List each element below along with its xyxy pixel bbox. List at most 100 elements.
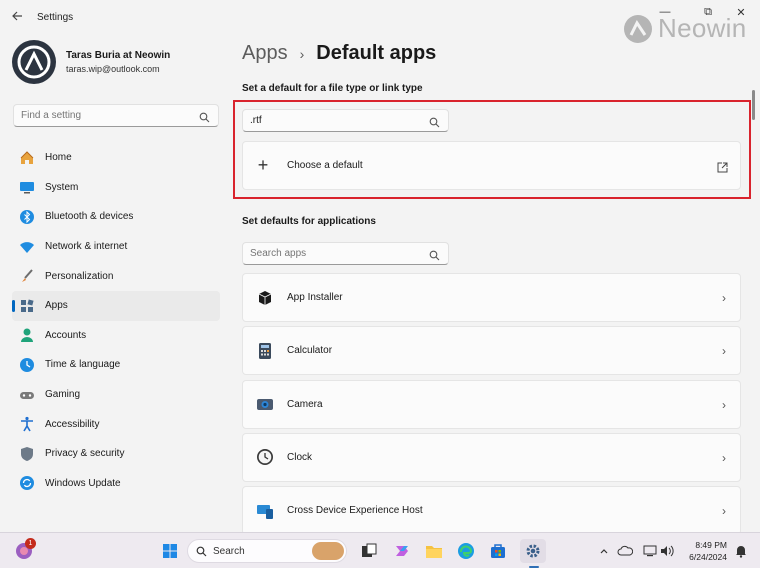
chevron-right-icon: › (299, 45, 305, 62)
sidebar-item-accounts[interactable]: Accounts (12, 321, 220, 351)
chevron-right-icon: › (722, 397, 726, 412)
apps-icon (18, 297, 36, 315)
home-icon (18, 149, 36, 167)
choose-default-button[interactable]: + Choose a default (242, 141, 741, 190)
update-icon (18, 474, 36, 492)
copilot-icon[interactable] (392, 541, 412, 561)
app-label: Clock (287, 451, 313, 463)
neowin-watermark: Neowin (623, 13, 747, 44)
search-icon[interactable] (429, 115, 440, 133)
scrollbar-thumb[interactable] (752, 90, 755, 120)
sidebar-item-label: Time & language (45, 359, 121, 371)
chevron-right-icon: › (722, 344, 726, 359)
start-icon[interactable] (160, 541, 180, 561)
sidebar-item-label: Accessibility (45, 418, 100, 430)
sidebar-item-label: Network & internet (45, 241, 128, 253)
sidebar-item-network[interactable]: Network & internet (12, 232, 220, 262)
sidebar-item-bluetooth[interactable]: Bluetooth & devices (12, 202, 220, 232)
app-row-calculator[interactable]: Calculator › (242, 326, 741, 376)
taskbar: Search 8:49 PM 6/24/2024 (0, 532, 760, 568)
file-explorer-icon[interactable] (424, 541, 444, 561)
sidebar-item-personalization[interactable]: Personalization (12, 261, 220, 291)
apps-list: App Installer › Calculator › Camera › Cl… (242, 273, 741, 539)
sidebar-item-label: Home (45, 152, 72, 164)
search-icon (196, 546, 207, 557)
sidebar-item-label: Windows Update (45, 477, 121, 489)
sidebar-item-accessibility[interactable]: Accessibility (12, 409, 220, 439)
taskbar-search[interactable]: Search (187, 539, 347, 563)
sidebar-item-label: Apps (45, 300, 68, 312)
edge-icon[interactable] (456, 541, 476, 561)
sidebar-item-label: Gaming (45, 389, 81, 401)
app-row-app-installer[interactable]: App Installer › (242, 273, 741, 322)
sidebar-item-system[interactable]: System (12, 173, 220, 203)
camera-icon (256, 395, 274, 413)
onedrive-icon[interactable] (615, 541, 635, 561)
gaming-icon (18, 386, 36, 404)
apps-search-input[interactable] (243, 243, 418, 264)
app-label: App Installer (287, 292, 343, 303)
notification-bell-icon[interactable] (731, 541, 751, 561)
accessibility-icon (18, 415, 36, 433)
time-language-icon (18, 356, 36, 374)
network-icon (18, 238, 36, 256)
window-title: Settings (37, 12, 74, 23)
shield-icon (18, 445, 36, 463)
notification-badge: 1 (25, 538, 36, 549)
apps-search-box (242, 242, 449, 265)
taskbar-clock[interactable]: 8:49 PM 6/24/2024 (683, 539, 727, 563)
file-type-input[interactable] (243, 110, 418, 131)
settings-gear-icon[interactable] (520, 539, 546, 563)
neowin-text: Neowin (658, 13, 747, 43)
search-icon[interactable] (199, 110, 210, 128)
sidebar-item-home[interactable]: Home (12, 143, 220, 173)
sidebar-item-label: Accounts (45, 329, 87, 341)
clock-icon (256, 448, 274, 466)
system-icon (18, 178, 36, 196)
profile-email: taras.wip@outlook.com (66, 64, 160, 74)
search-highlight-icon (312, 542, 344, 560)
task-view-icon[interactable] (359, 541, 379, 561)
calculator-icon (256, 342, 274, 360)
breadcrumb-apps-link[interactable]: Apps (242, 42, 288, 65)
chevron-right-icon: › (722, 291, 726, 305)
external-link-icon (717, 160, 728, 178)
app-label: Calculator (287, 345, 333, 357)
volume-icon[interactable] (657, 541, 677, 561)
chevron-right-icon: › (722, 504, 726, 519)
sidebar-item-label: System (45, 181, 79, 193)
search-icon[interactable] (429, 248, 440, 266)
app-row-cross-device[interactable]: Cross Device Experience Host › (242, 486, 741, 536)
store-icon[interactable] (488, 541, 508, 561)
sidebar-item-apps[interactable]: Apps (12, 290, 220, 321)
chevron-up-icon[interactable] (594, 541, 614, 561)
app-row-camera[interactable]: Camera › (242, 379, 741, 429)
plus-icon: + (257, 155, 269, 175)
sidebar-item-label: Privacy & security (45, 448, 125, 460)
sidebar-item-windows-update[interactable]: Windows Update (12, 469, 220, 499)
file-type-section-label: Set a default for a file type or link ty… (242, 83, 423, 94)
clock-time: 8:49 PM (695, 540, 727, 550)
chevron-right-icon: › (722, 450, 726, 465)
user-profile[interactable]: Taras Buria at Neowin taras.wip@outlook.… (12, 40, 170, 84)
sidebar-item-label: Personalization (45, 270, 114, 282)
page-title: Default apps (316, 42, 437, 64)
breadcrumb: Apps › Default apps (242, 42, 436, 65)
find-setting-box (13, 104, 219, 127)
app-label: Camera (287, 398, 323, 410)
app-row-clock[interactable]: Clock › (242, 432, 741, 482)
clock-date: 6/24/2024 (689, 552, 727, 562)
sidebar-item-time-language[interactable]: Time & language (12, 350, 220, 380)
profile-name: Taras Buria at Neowin (66, 50, 171, 61)
file-type-search-box (242, 109, 449, 132)
sidebar-item-gaming[interactable]: Gaming (12, 380, 220, 410)
find-setting-input[interactable] (14, 105, 184, 126)
cross-device-icon (256, 502, 274, 520)
app-installer-icon (256, 289, 274, 307)
sidebar-item-label: Bluetooth & devices (45, 211, 134, 223)
app-label: Cross Device Experience Host (287, 505, 423, 517)
back-arrow-icon[interactable] (10, 9, 26, 25)
choose-default-label: Choose a default (287, 160, 363, 171)
neowin-logo-icon (624, 14, 652, 43)
sidebar-item-privacy[interactable]: Privacy & security (12, 439, 220, 469)
